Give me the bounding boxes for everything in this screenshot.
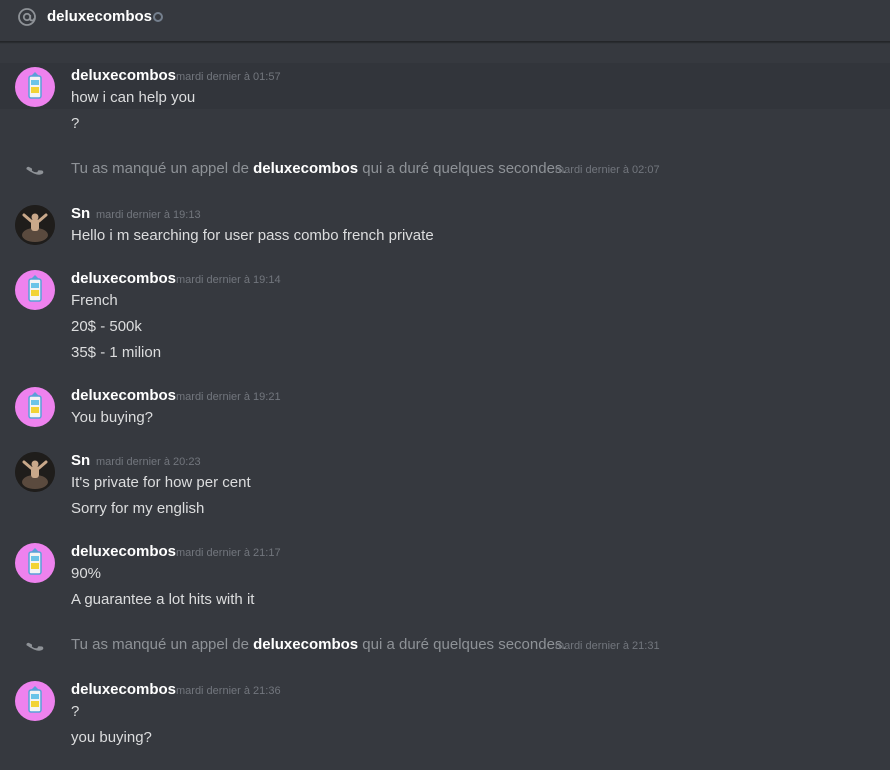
username[interactable]: Sn bbox=[71, 452, 90, 470]
phone-icon bbox=[26, 166, 44, 175]
page-title[interactable]: deluxecombos bbox=[47, 8, 152, 26]
caller-name[interactable]: deluxecombos bbox=[253, 160, 358, 177]
caller-name[interactable]: deluxecombos bbox=[253, 636, 358, 653]
username[interactable]: deluxecombos bbox=[71, 681, 176, 699]
username[interactable]: deluxecombos bbox=[71, 270, 176, 288]
message-text: 90% bbox=[71, 565, 102, 582]
timestamp: mardi dernier à 21:17 bbox=[176, 547, 281, 559]
avatar[interactable] bbox=[15, 387, 55, 427]
message-text: 35$ - 1 milion bbox=[71, 344, 162, 361]
message-text: It's private for how per cent bbox=[71, 474, 251, 491]
message-text: 20$ - 500k bbox=[71, 318, 142, 335]
message-text: You buying? bbox=[71, 409, 154, 426]
system-message: Tu as manqué un appel de deluxecombos qu… bbox=[71, 636, 567, 653]
timestamp: mardi dernier à 19:14 bbox=[176, 274, 281, 286]
message-text: ? bbox=[71, 115, 80, 132]
timestamp: mardi dernier à 01:57 bbox=[176, 71, 281, 83]
username[interactable]: deluxecombos bbox=[71, 543, 176, 561]
avatar[interactable] bbox=[15, 205, 55, 245]
message-list: deluxecombos mardi dernier à 01:57 how i… bbox=[0, 42, 890, 770]
avatar[interactable] bbox=[15, 681, 55, 721]
username[interactable]: deluxecombos bbox=[71, 67, 176, 85]
message-text: Sorry for my english bbox=[71, 500, 205, 517]
timestamp: mardi dernier à 19:13 bbox=[96, 209, 201, 221]
avatar[interactable] bbox=[15, 543, 55, 583]
status-indicator-icon bbox=[153, 12, 163, 22]
channel-header: deluxecombos bbox=[0, 0, 890, 42]
message-text: ? bbox=[71, 703, 80, 720]
username[interactable]: deluxecombos bbox=[71, 387, 176, 405]
system-message: Tu as manqué un appel de deluxecombos qu… bbox=[71, 160, 567, 177]
timestamp: mardi dernier à 19:21 bbox=[176, 391, 281, 403]
timestamp: mardi dernier à 21:31 bbox=[555, 640, 660, 652]
message-text: how i can help you bbox=[71, 89, 196, 106]
message-text: Hello i m searching for user pass combo … bbox=[71, 227, 434, 244]
username[interactable]: Sn bbox=[71, 205, 90, 223]
timestamp: mardi dernier à 21:36 bbox=[176, 685, 281, 697]
avatar[interactable] bbox=[15, 67, 55, 107]
at-icon bbox=[18, 8, 36, 26]
phone-icon bbox=[26, 642, 44, 651]
message-text: French bbox=[71, 292, 118, 309]
dm-window: deluxecombos deluxecombos mardi dernier … bbox=[0, 0, 890, 770]
timestamp: mardi dernier à 02:07 bbox=[555, 164, 660, 176]
message-text: you buying? bbox=[71, 729, 152, 746]
timestamp: mardi dernier à 20:23 bbox=[96, 456, 201, 468]
message-text: A guarantee a lot hits with it bbox=[71, 591, 255, 608]
avatar[interactable] bbox=[15, 270, 55, 310]
avatar[interactable] bbox=[15, 452, 55, 492]
